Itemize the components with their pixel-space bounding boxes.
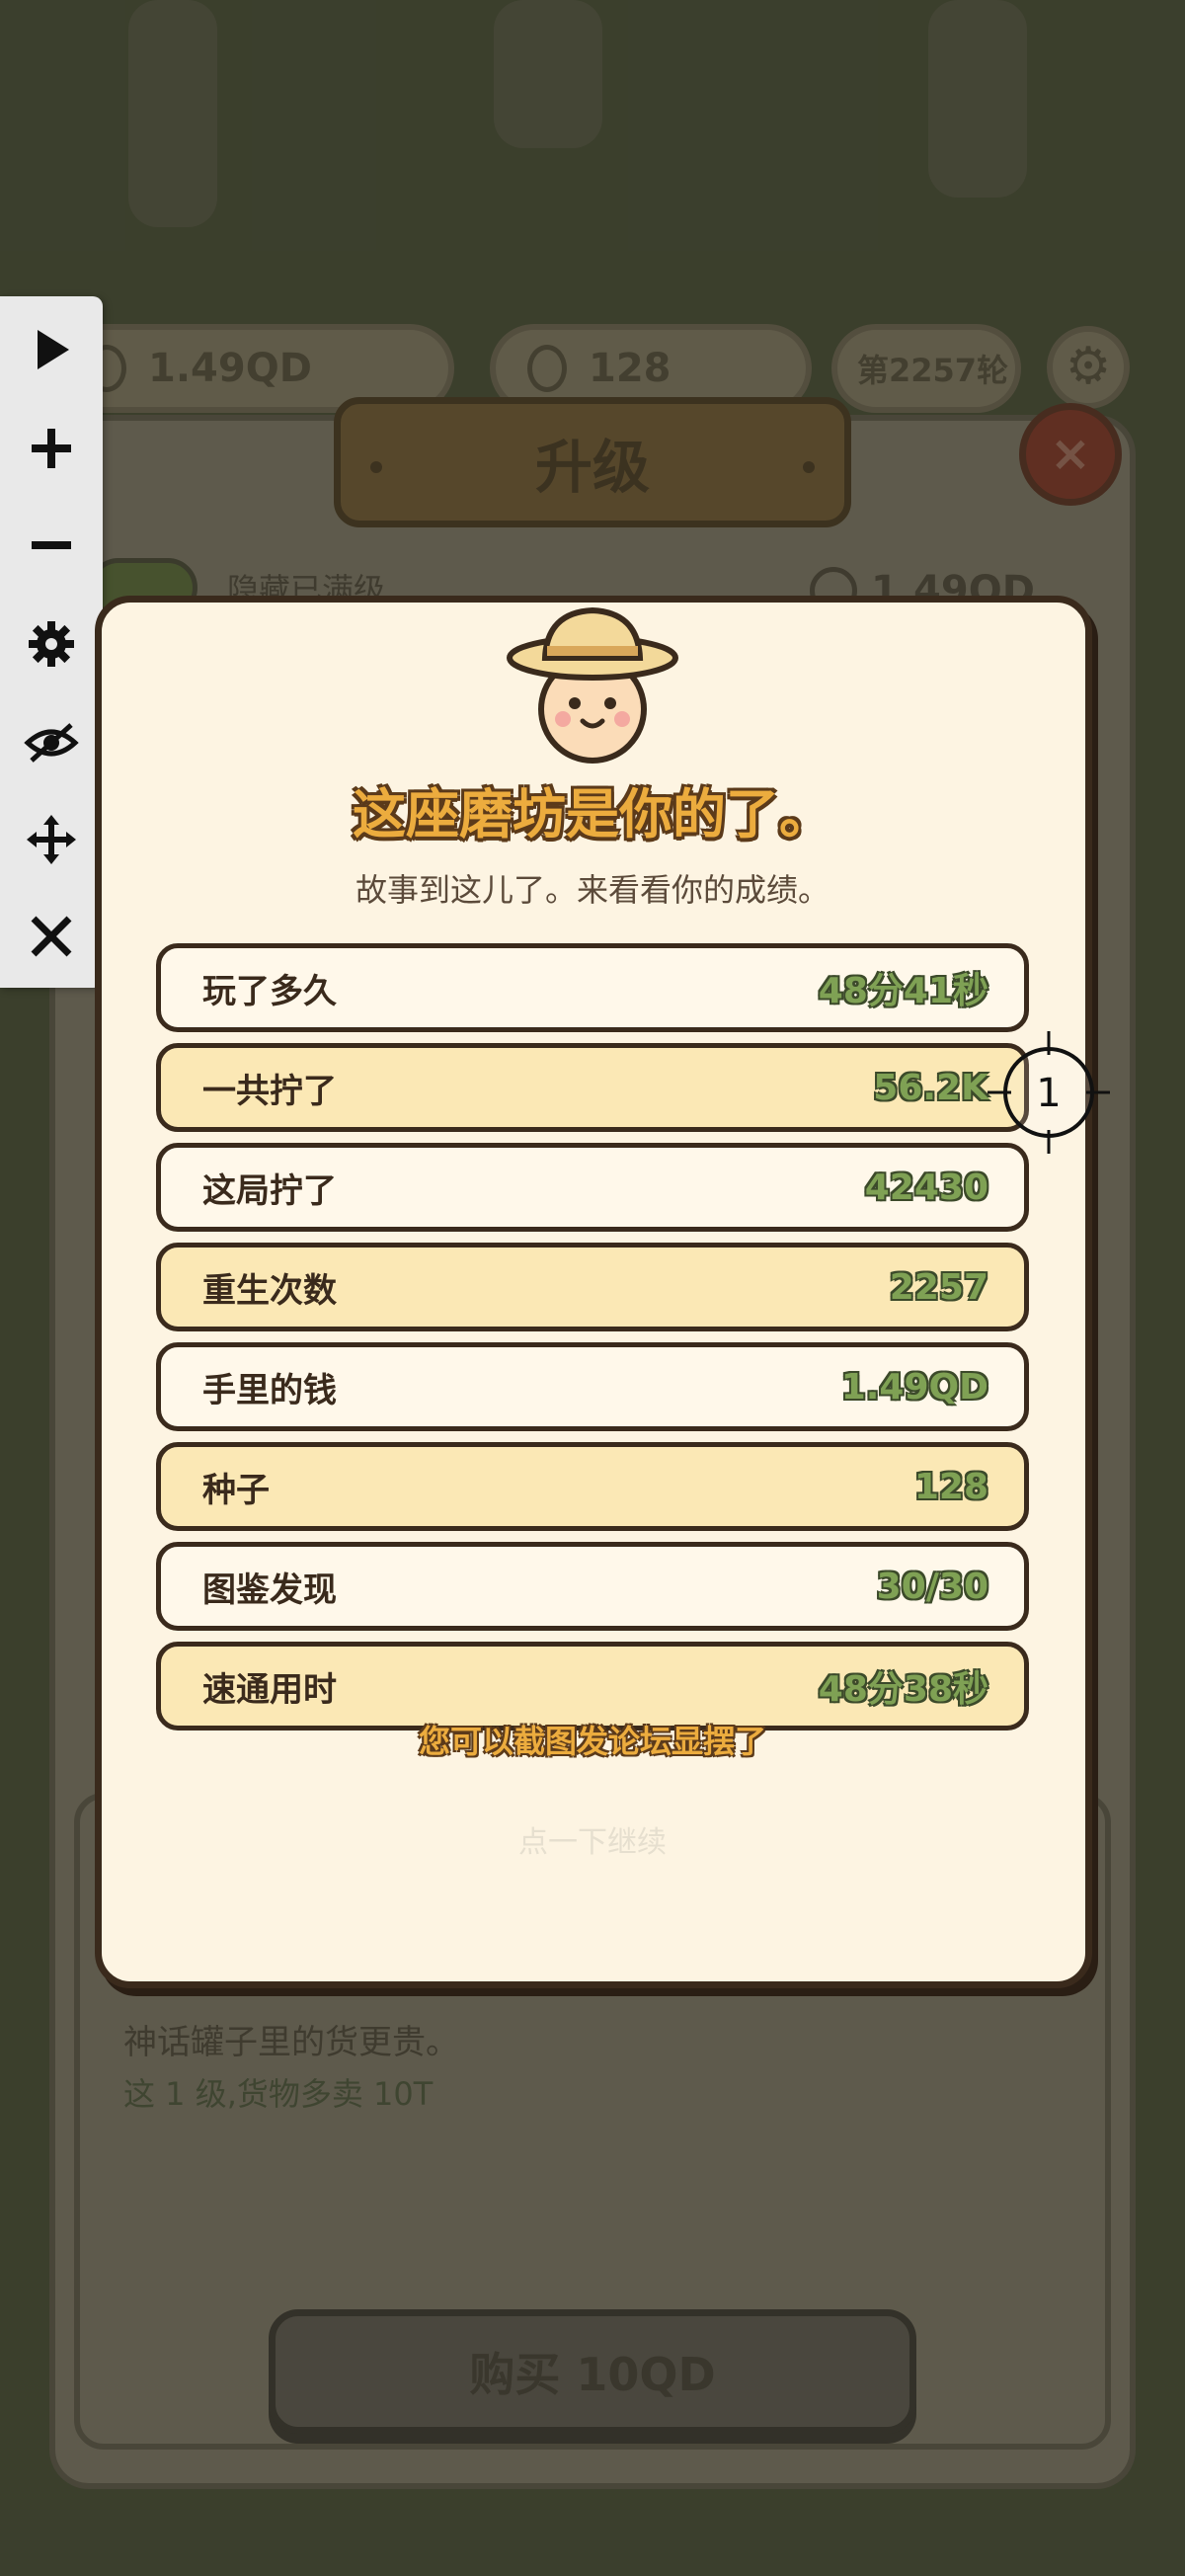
farmer-avatar-icon xyxy=(507,606,678,764)
stat-label: 速通用时 xyxy=(202,1669,337,1710)
stat-row: 一共拧了 56.2K xyxy=(156,1043,1029,1132)
close-icon[interactable] xyxy=(22,907,81,966)
gear-icon[interactable] xyxy=(22,614,81,674)
stat-row: 手里的钱 1.49QD xyxy=(156,1342,1029,1431)
stat-label: 图鉴发现 xyxy=(202,1570,337,1610)
stat-value: 128 xyxy=(913,1466,988,1507)
stat-row: 这局拧了 42430 xyxy=(156,1143,1029,1232)
stat-label: 一共拧了 xyxy=(202,1071,337,1111)
stat-label: 种子 xyxy=(202,1470,270,1510)
hide-icon[interactable] xyxy=(22,713,81,772)
continue-hint[interactable]: 点一下继续 xyxy=(0,1817,1185,1861)
stat-value: 48分38秒 xyxy=(818,1669,988,1710)
stat-label: 手里的钱 xyxy=(202,1370,337,1410)
stat-value: 48分41秒 xyxy=(818,971,988,1011)
stat-value: 42430 xyxy=(864,1167,988,1208)
zoom-in-icon[interactable] xyxy=(22,419,81,478)
stat-row: 图鉴发现 30/30 xyxy=(156,1542,1029,1631)
stat-label: 重生次数 xyxy=(202,1270,337,1311)
dialog-subtitle: 故事到这儿了。来看看你的成绩。 xyxy=(355,871,830,909)
dialog-title: 这座磨坊是你的了。 xyxy=(353,783,832,845)
stat-row: 玩了多久 48分41秒 xyxy=(156,943,1029,1032)
play-icon[interactable] xyxy=(22,320,81,379)
crosshair-marker-icon: 1 xyxy=(988,1031,1110,1154)
stat-label: 这局拧了 xyxy=(202,1170,337,1211)
stat-label: 玩了多久 xyxy=(202,971,337,1011)
crosshair-label: 1 xyxy=(1036,1071,1061,1116)
zoom-out-icon[interactable] xyxy=(22,516,81,575)
stat-row: 重生次数 2257 xyxy=(156,1243,1029,1331)
stat-value: 56.2K xyxy=(873,1067,988,1108)
stat-row: 种子 128 xyxy=(156,1442,1029,1531)
share-hint: 您可以截图发论坛显摆了 xyxy=(418,1723,766,1760)
stat-value: 1.49QD xyxy=(840,1366,988,1408)
stat-value: 2257 xyxy=(889,1266,988,1308)
stat-value: 30/30 xyxy=(876,1566,988,1607)
